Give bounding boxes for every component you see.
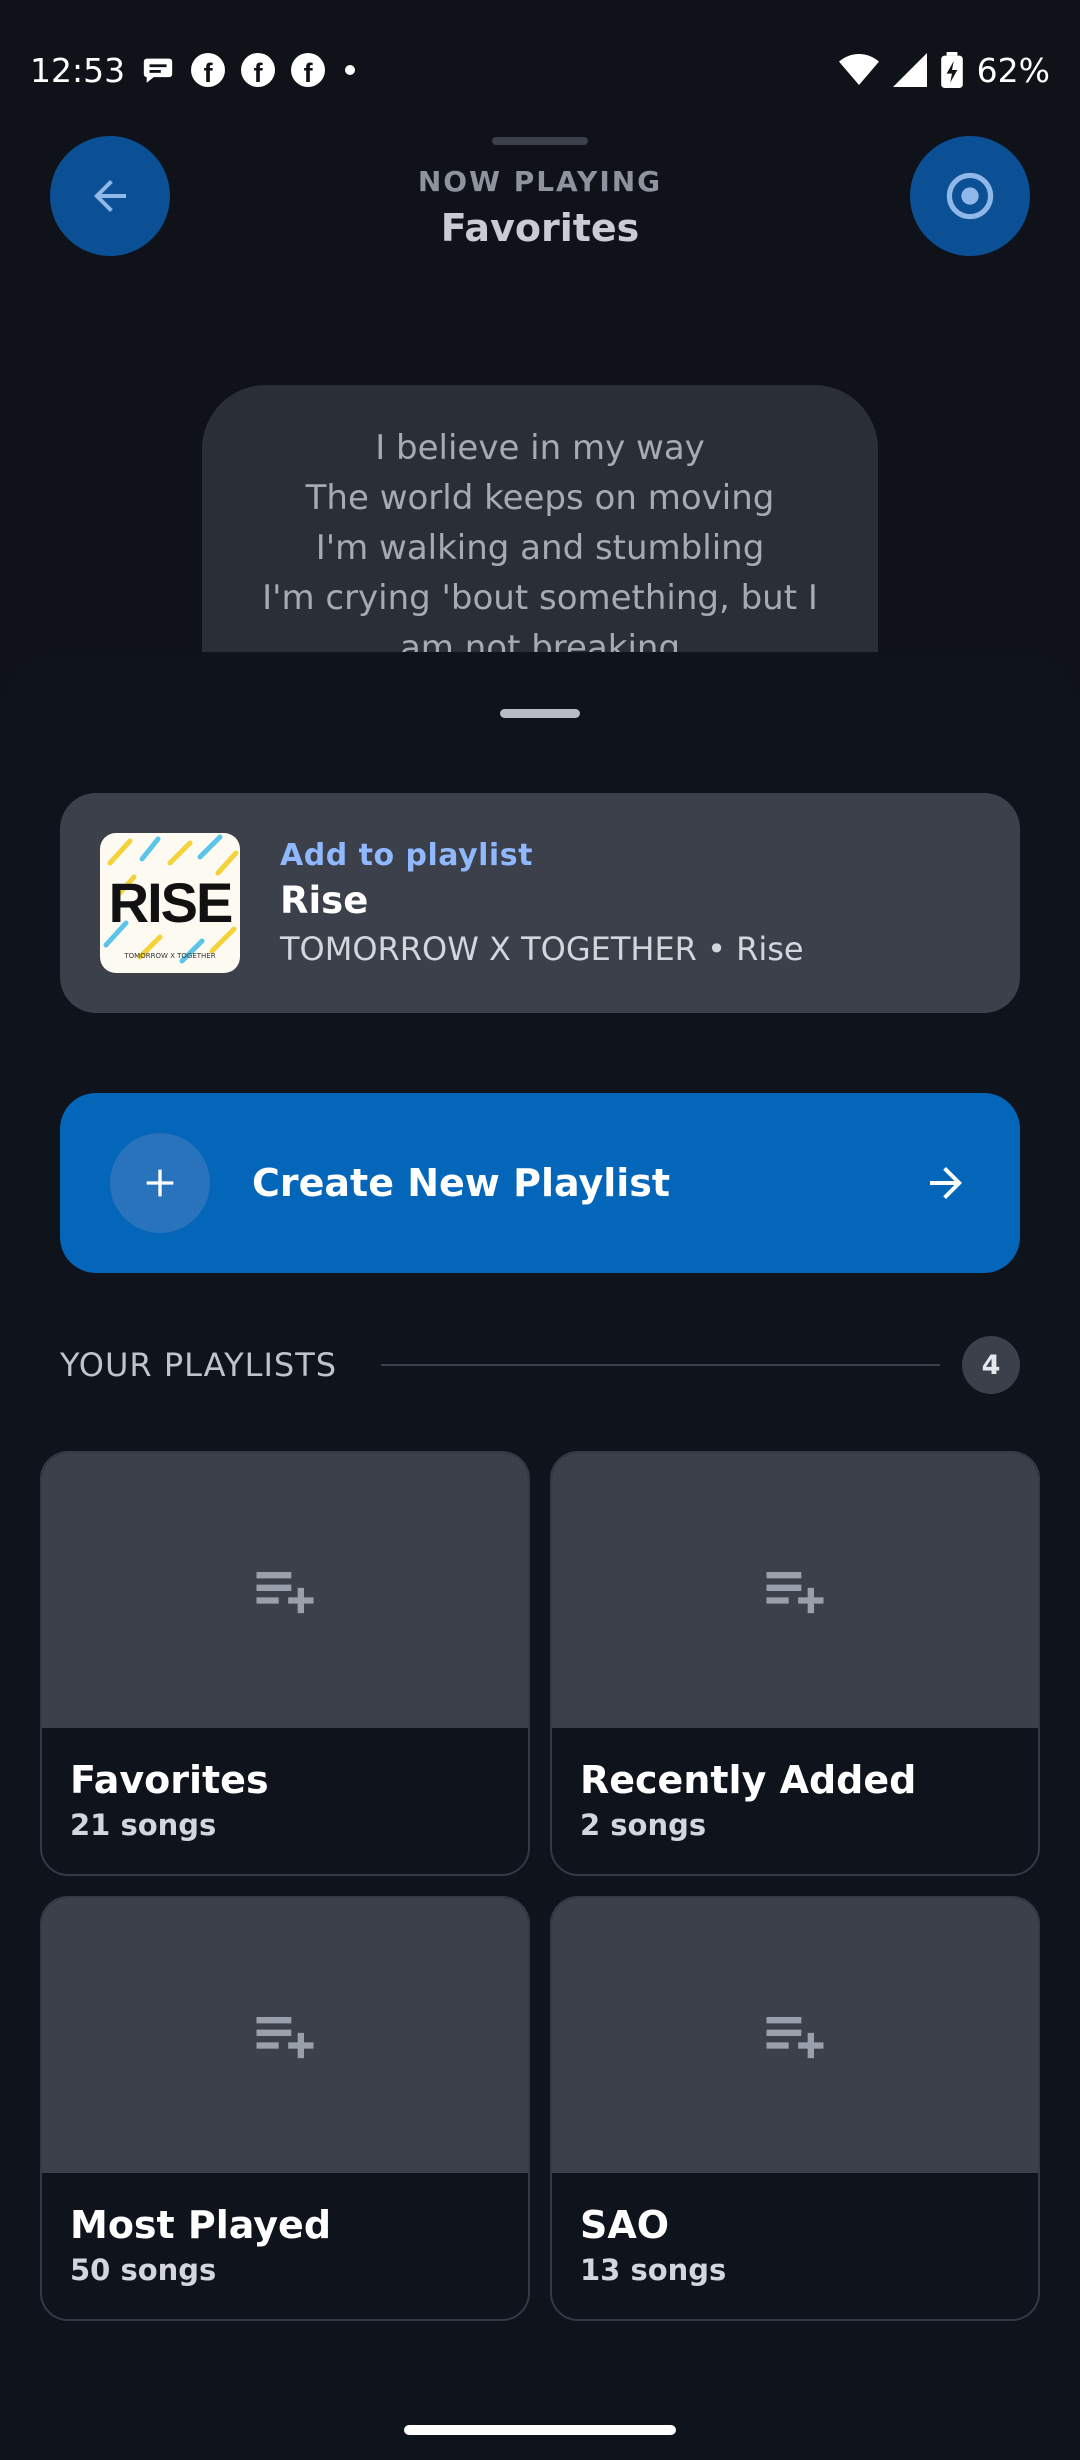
song-info: Add to playlist Rise TOMORROW X TOGETHER… bbox=[280, 838, 804, 968]
playlist-name: Recently Added bbox=[580, 1758, 917, 1802]
lyrics-line: I'm crying 'bout something, but I bbox=[262, 578, 818, 618]
playlist-card-most-played[interactable]: Most Played 50 songs bbox=[40, 1896, 530, 2321]
battery-charging-icon bbox=[940, 52, 963, 88]
wifi-icon bbox=[838, 54, 879, 85]
more-notifications-dot-icon bbox=[345, 65, 356, 75]
album-art-title: RISE bbox=[108, 871, 234, 934]
add-to-playlist-sheet: RISE TOMORROW X TOGETHER Add to playlist… bbox=[0, 652, 1080, 2460]
lyrics-card[interactable]: I believe in my way The world keeps on m… bbox=[202, 385, 878, 685]
playlist-song-count: 13 songs bbox=[580, 2253, 727, 2287]
playlist-thumbnail bbox=[42, 1898, 528, 2173]
playlist-info: Most Played 50 songs bbox=[42, 2173, 528, 2317]
playlist-info: Favorites 21 songs bbox=[42, 1728, 528, 1872]
facebook-glyph: f bbox=[253, 58, 263, 87]
playlist-card-recently-added[interactable]: Recently Added 2 songs bbox=[550, 1451, 1040, 1876]
playlist-add-icon bbox=[256, 2016, 314, 2058]
status-bar: 12:53 f f f 62% bbox=[0, 0, 1080, 140]
target-icon bbox=[946, 172, 994, 220]
gesture-nav-handle[interactable] bbox=[404, 2425, 676, 2435]
playlist-name: Favorites bbox=[70, 1758, 269, 1802]
arrow-right-icon bbox=[930, 1167, 962, 1199]
playlist-grid: Favorites 21 songs Recently Added 2 song… bbox=[40, 1451, 1040, 2321]
battery-percent: 62% bbox=[976, 50, 1050, 90]
plus-circle bbox=[110, 1133, 210, 1233]
playlist-name: Most Played bbox=[70, 2203, 332, 2247]
album-art: RISE TOMORROW X TOGETHER bbox=[100, 833, 240, 973]
cell-signal-icon bbox=[892, 53, 927, 87]
lyrics-line: I believe in my way bbox=[375, 428, 705, 468]
playlist-song-count: 21 songs bbox=[70, 1808, 217, 1842]
facebook-glyph: f bbox=[203, 58, 213, 87]
facebook-icon: f bbox=[191, 53, 226, 87]
playlist-add-icon bbox=[766, 2016, 824, 2058]
status-time: 12:53 bbox=[30, 50, 126, 90]
facebook-icon: f bbox=[291, 53, 326, 87]
playlist-thumbnail bbox=[42, 1453, 528, 1728]
section-divider bbox=[381, 1364, 940, 1366]
song-card: RISE TOMORROW X TOGETHER Add to playlist… bbox=[60, 793, 1020, 1013]
playlist-add-icon bbox=[766, 1571, 824, 1613]
album-art-artist: TOMORROW X TOGETHER bbox=[124, 952, 216, 960]
playlist-card-sao[interactable]: SAO 13 songs bbox=[550, 1896, 1040, 2321]
playlist-card-favorites[interactable]: Favorites 21 songs bbox=[40, 1451, 530, 1876]
playlist-count-badge: 4 bbox=[962, 1336, 1020, 1394]
lyrics-line: The world keeps on moving bbox=[305, 478, 775, 518]
facebook-icon: f bbox=[241, 53, 276, 87]
status-left: 12:53 f f f bbox=[30, 50, 356, 90]
song-title: Rise bbox=[280, 879, 369, 922]
playlist-song-count: 2 songs bbox=[580, 1808, 707, 1842]
playlist-name: SAO bbox=[580, 2203, 670, 2247]
playlist-song-count: 50 songs bbox=[70, 2253, 217, 2287]
playlist-add-icon bbox=[256, 1571, 314, 1613]
playlist-thumbnail bbox=[552, 1898, 1038, 2173]
create-new-playlist-button[interactable]: Create New Playlist bbox=[60, 1093, 1020, 1273]
header-drag-handle[interactable] bbox=[492, 137, 588, 145]
chat-bubble-icon bbox=[143, 58, 173, 83]
create-new-playlist-label: Create New Playlist bbox=[252, 1161, 671, 1205]
target-button[interactable] bbox=[910, 136, 1030, 256]
sheet-drag-handle[interactable] bbox=[500, 709, 580, 718]
status-right: 62% bbox=[838, 50, 1050, 90]
playlist-thumbnail bbox=[552, 1453, 1038, 1728]
your-playlists-header: YOUR PLAYLISTS 4 bbox=[60, 1335, 1020, 1395]
playlist-info: SAO 13 songs bbox=[552, 2173, 1038, 2317]
song-subtitle: TOMORROW X TOGETHER • Rise bbox=[280, 930, 804, 968]
section-title: YOUR PLAYLISTS bbox=[60, 1346, 338, 1384]
add-to-playlist-label: Add to playlist bbox=[280, 838, 533, 873]
playlist-info: Recently Added 2 songs bbox=[552, 1728, 1038, 1872]
arrow-right-container bbox=[922, 1159, 970, 1207]
facebook-glyph: f bbox=[303, 58, 313, 87]
plus-icon bbox=[146, 1169, 174, 1197]
lyrics-line: I'm walking and stumbling bbox=[315, 528, 765, 568]
